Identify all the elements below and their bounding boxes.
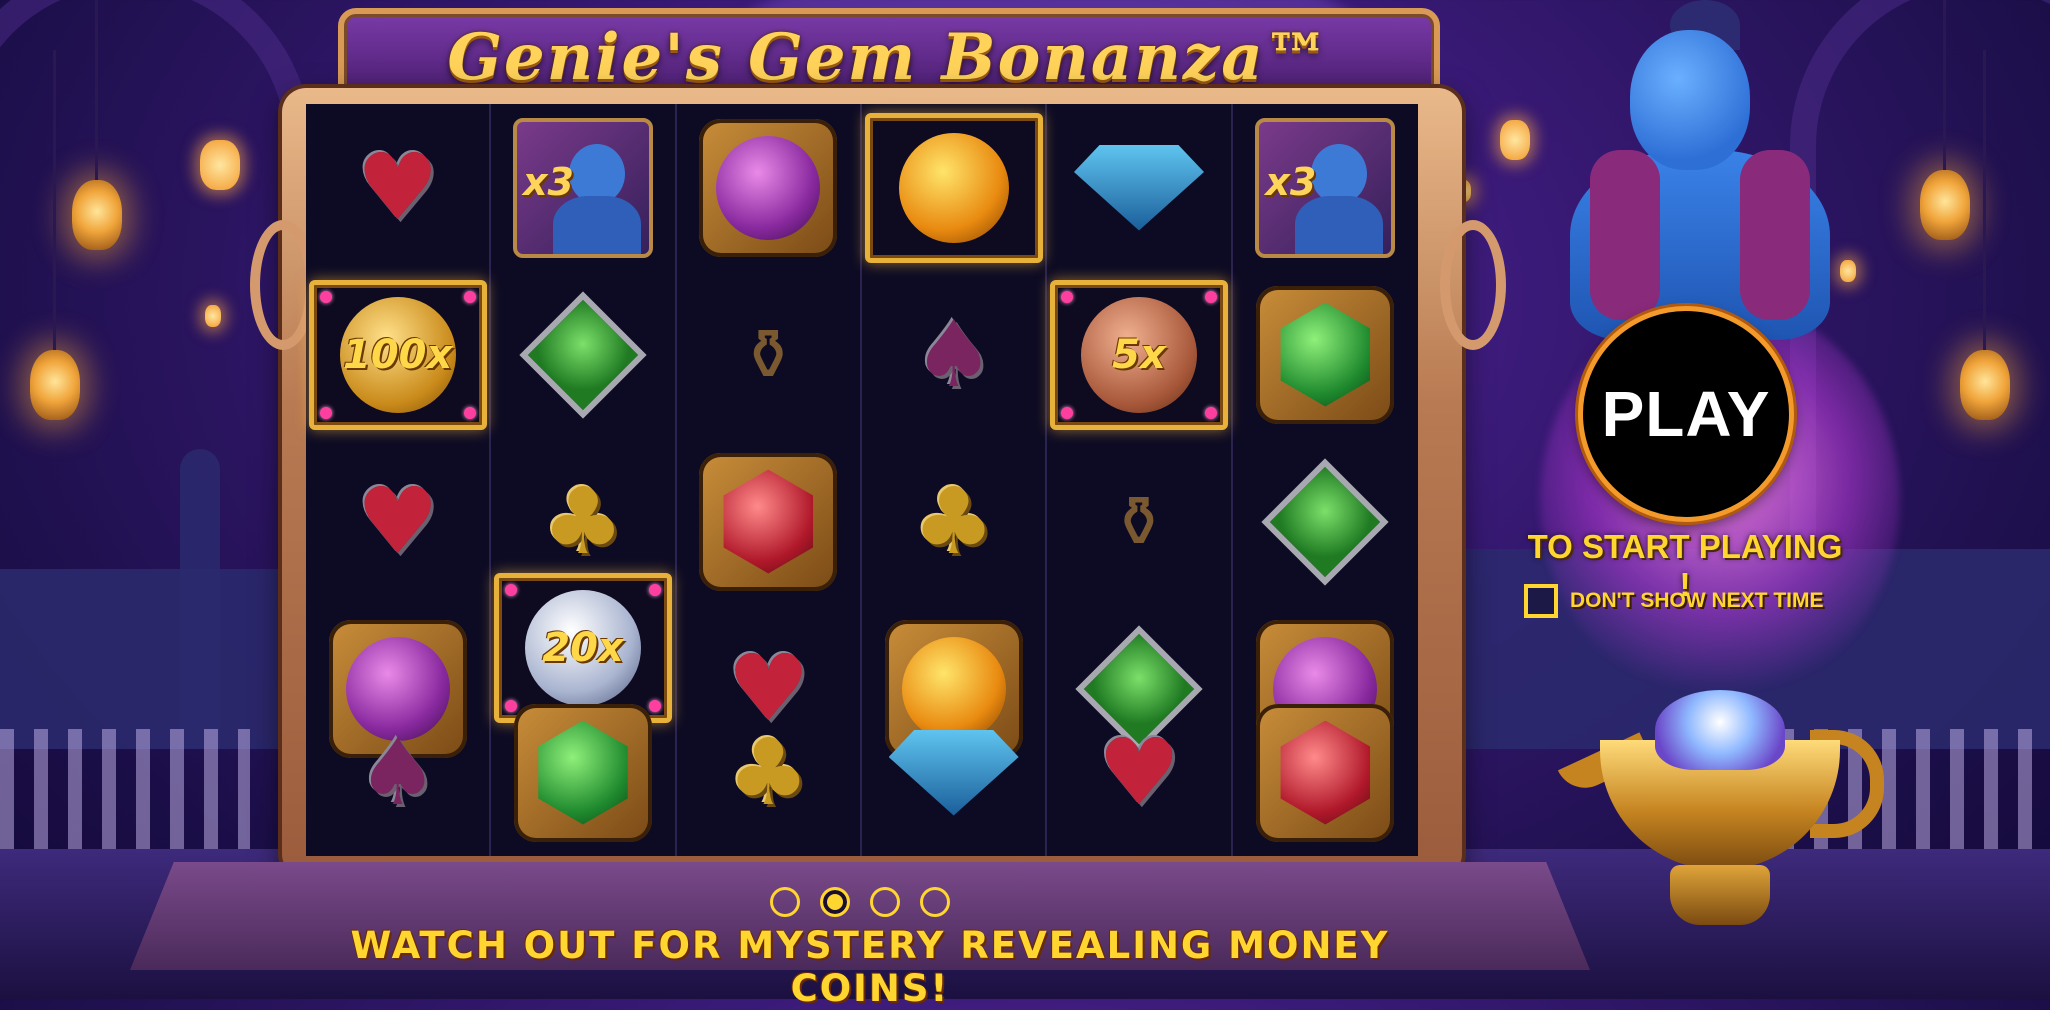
intro-page-indicator [770,887,950,917]
reel-cell [677,438,860,605]
reel-cell [677,104,860,271]
page-dot-1[interactable] [770,887,800,917]
genie-multiplier-label: x3 [1265,159,1317,204]
gold-club-symbol-icon: ♣ [727,718,810,826]
reel-cell [491,689,674,856]
reel-cell [862,689,1045,856]
reel-cell: ♥ [1047,689,1230,856]
gold-money-coin: 100x [339,296,456,413]
reel-2: x3 ♣ 20x [491,104,677,856]
green-gem-symbol-icon [1256,285,1395,424]
red-gem-symbol-icon [1256,703,1395,842]
hanging-lantern-icon [30,50,80,420]
reel-cell: 5x [1047,271,1230,438]
genie-multiplier-symbol-icon: x3 [512,117,653,258]
reel-cell [1233,271,1418,438]
gold-club-symbol-icon: ♣ [541,467,625,575]
reel-3: ⚱ ♥ ♣ [677,104,862,856]
hanging-lantern-icon [72,0,122,250]
reel-cell [1233,689,1418,856]
reel-cell [862,104,1045,271]
floating-lantern-icon [205,305,221,327]
reel-cell: x3 [1233,104,1418,271]
reel-cell [1233,438,1418,605]
dont-show-label: DON'T SHOW NEXT TIME [1570,589,1824,612]
play-button[interactable]: PLAY [1578,306,1794,522]
highlighted-gem-frame [864,112,1043,263]
hanging-lantern-icon [1920,0,1970,240]
frame-curl-right [1440,220,1506,350]
blue-diamond-symbol-icon [1073,144,1204,231]
reel-cell [1047,104,1230,271]
play-button-label: PLAY [1601,378,1771,450]
intro-caption: WATCH OUT FOR MYSTERY REVEALING MONEY CO… [350,924,1390,1010]
reel-cell: ♥ [306,438,489,605]
purple-spade-symbol-icon: ♠ [356,718,439,826]
magic-lamp-symbol-icon: ⚱ [738,313,798,396]
reel-cell: 100x [306,271,489,438]
magic-lamp-symbol-icon: ⚱ [1109,480,1169,563]
bronze-money-coin: 5x [1080,296,1197,413]
page-dot-3[interactable] [870,887,900,917]
red-gem-symbol-icon [699,452,838,591]
gold-club-symbol-icon: ♣ [912,467,995,575]
reel-6: x3 [1233,104,1418,856]
blue-diamond-symbol-icon [888,729,1019,816]
game-title: Genie's Gem Bonanza™ [447,20,1331,95]
reel-cell: ⚱ [677,271,860,438]
magic-lamp-icon [1557,660,1884,930]
reel-cell: ♣ [862,438,1045,605]
dont-show-next-time-toggle[interactable]: DON'T SHOW NEXT TIME [1524,584,1824,618]
dont-show-checkbox[interactable] [1524,584,1558,618]
floating-lantern-icon [200,140,240,190]
reel-cell: ⚱ [1047,438,1230,605]
page-dot-2[interactable] [820,887,850,917]
reel-cell: x3 [491,104,674,271]
purple-gem-symbol-icon [699,118,838,257]
genie-multiplier-label: x3 [522,159,574,204]
green-diamond-symbol-icon [519,290,647,419]
red-heart-symbol-icon: ♥ [1097,718,1181,826]
reel-cell: ♥ [306,104,489,271]
money-coin-frame: 5x [1049,279,1228,430]
purple-spade-symbol-icon: ♠ [912,300,995,408]
reel-cell [491,271,674,438]
reel-5: 5x ⚱ ♥ [1047,104,1233,856]
money-coin-frame: 100x [308,279,487,430]
reel-grid: ♥ 100x ♥ ♠ x3 ♣ 20x ⚱ ♥ ♣ ♠ ♣ 5x ⚱ ♥ x3 [306,104,1418,856]
green-gem-symbol-icon [513,703,652,842]
reel-cell: ♠ [306,689,489,856]
red-heart-symbol-icon: ♥ [356,133,439,241]
hanging-lantern-icon [1960,50,2010,420]
reel-cell: ♠ [862,271,1045,438]
genie-multiplier-symbol-icon: x3 [1255,117,1396,258]
reel-cell: ♣ [677,689,860,856]
red-heart-symbol-icon: ♥ [356,467,439,575]
reel-4: ♠ ♣ [862,104,1048,856]
reel-1: ♥ 100x ♥ ♠ [306,104,492,856]
green-diamond-symbol-icon [1261,457,1389,586]
page-dot-4[interactable] [920,887,950,917]
